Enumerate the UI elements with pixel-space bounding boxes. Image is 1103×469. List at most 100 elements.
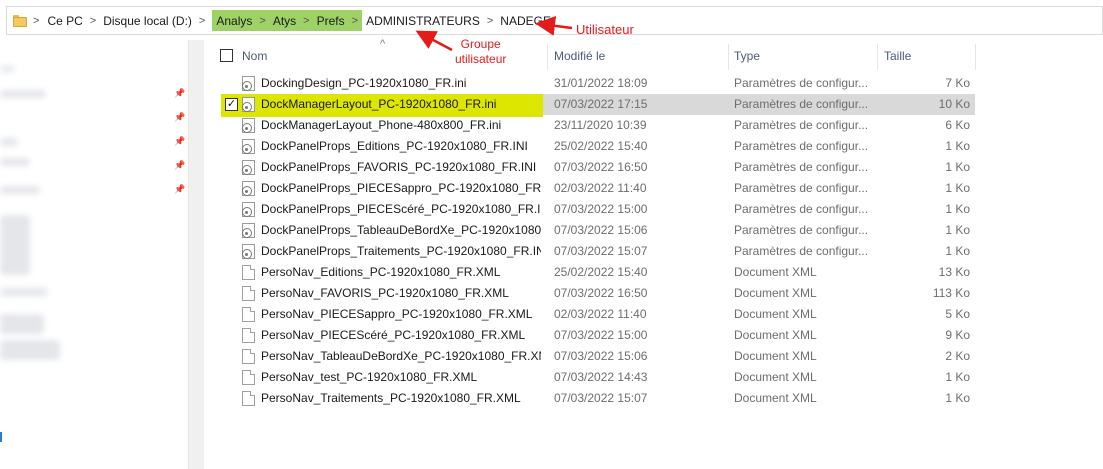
file-row[interactable]: DockPanelProps_TableauDeBordXe_PC-1920x1… [205, 220, 975, 241]
file-name: PersoNav_Traitements_PC-1920x1080_FR.XML [261, 391, 521, 405]
xml-file-icon [242, 286, 255, 301]
ini-file-icon [242, 223, 255, 238]
breadcrumb-atys[interactable]: Atys > [273, 10, 317, 31]
column-type[interactable]: Type [734, 40, 874, 72]
file-size: 2 Ko [945, 349, 970, 363]
file-type: Document XML [734, 370, 817, 384]
pin-icon[interactable]: 📌 [174, 136, 185, 147]
nav-scrollbar[interactable] [188, 40, 204, 469]
breadcrumb-highlight: Analys > Atys > Prefs > [212, 10, 363, 31]
file-row[interactable]: DockPanelProps_PIECESappro_PC-1920x1080_… [205, 178, 975, 199]
column-divider[interactable] [877, 44, 878, 70]
file-type: Paramètres de configur... [734, 118, 869, 132]
file-date: 07/03/2022 15:00 [554, 328, 648, 342]
file-row[interactable]: PersoNav_test_PC-1920x1080_FR.XML 07/03/2… [205, 367, 975, 388]
pin-icon[interactable]: 📌 [174, 88, 185, 99]
xml-file-icon [242, 265, 255, 280]
select-all-checkbox[interactable] [220, 49, 233, 62]
file-size: 7 Ko [945, 76, 970, 90]
file-date: 25/02/2022 15:40 [554, 265, 648, 279]
file-date: 07/03/2022 15:07 [554, 391, 648, 405]
column-divider[interactable] [975, 44, 976, 70]
ini-file-icon [242, 139, 255, 154]
file-date: 07/03/2022 15:00 [554, 202, 648, 216]
pin-icon[interactable]: 📌 [174, 184, 185, 195]
file-type: Document XML [734, 286, 817, 300]
file-type: Paramètres de configur... [734, 223, 869, 237]
file-size: 1 Ko [945, 139, 970, 153]
chevron-right-icon[interactable]: > [352, 15, 358, 27]
file-type: Paramètres de configur... [734, 97, 869, 111]
file-row[interactable]: DockPanelProps_Editions_PC-1920x1080_FR.… [205, 136, 975, 157]
xml-file-icon [242, 391, 255, 406]
file-row[interactable]: PersoNav_FAVORIS_PC-1920x1080_FR.XML 07/0… [205, 283, 975, 304]
breadcrumb-administrateurs[interactable]: ADMINISTRATEURS > [366, 7, 500, 34]
file-name: DockPanelProps_TableauDeBordXe_PC-1920x1… [261, 223, 541, 237]
chevron-right-icon[interactable]: > [303, 15, 309, 27]
file-type: Paramètres de configur... [734, 139, 869, 153]
chevron-right-icon[interactable]: > [199, 15, 205, 27]
row-checkbox[interactable]: ✓ [225, 98, 238, 111]
file-row-selected[interactable]: ✓ DockManagerLayout_PC-1920x1080_FR.ini 0… [205, 94, 975, 115]
annotation-group: Groupe utilisateur [455, 37, 506, 67]
chevron-right-icon[interactable]: > [259, 15, 265, 27]
file-type: Paramètres de configur... [734, 160, 869, 174]
chevron-right-icon[interactable]: > [487, 15, 493, 27]
file-name: DockPanelProps_PIECEScéré_PC-1920x1080_F… [261, 202, 541, 216]
file-size: 1 Ko [945, 160, 970, 174]
annotation-group-line1: Groupe [460, 37, 501, 51]
file-name: PersoNav_FAVORIS_PC-1920x1080_FR.XML [261, 286, 509, 300]
file-size: 1 Ko [945, 181, 970, 195]
chevron-right-icon[interactable]: > [33, 15, 39, 27]
ini-file-icon [242, 97, 255, 112]
file-size: 5 Ko [945, 307, 970, 321]
blurred-nav-item [0, 158, 30, 166]
file-type: Paramètres de configur... [734, 202, 869, 216]
file-date: 02/03/2022 11:40 [554, 307, 647, 321]
file-name: DockingDesign_PC-1920x1080_FR.ini [261, 76, 467, 90]
breadcrumb-prefs[interactable]: Prefs > [317, 10, 362, 31]
ini-file-icon [242, 160, 255, 175]
file-date: 07/03/2022 17:15 [554, 97, 648, 111]
file-row[interactable]: PersoNav_PIECEScéré_PC-1920x1080_FR.XML 0… [205, 325, 975, 346]
file-size: 10 Ko [938, 97, 970, 111]
file-date: 25/02/2022 15:40 [554, 139, 648, 153]
xml-file-icon [242, 328, 255, 343]
file-type: Paramètres de configur... [734, 181, 869, 195]
file-row[interactable]: DockPanelProps_FAVORIS_PC-1920x1080_FR.I… [205, 157, 975, 178]
file-size: 1 Ko [945, 202, 970, 216]
file-type: Document XML [734, 265, 817, 279]
pin-icon[interactable]: 📌 [174, 160, 185, 171]
breadcrumb-disque-local[interactable]: Disque local (D:) > [103, 7, 212, 34]
chevron-right-icon[interactable]: > [90, 15, 96, 27]
file-row[interactable]: PersoNav_PIECESappro_PC-1920x1080_FR.XML… [205, 304, 975, 325]
file-row[interactable]: PersoNav_Traitements_PC-1920x1080_FR.XML… [205, 388, 975, 409]
breadcrumb-ce-pc[interactable]: Ce PC > [47, 7, 103, 34]
column-size[interactable]: Taille [884, 40, 974, 72]
address-bar[interactable]: > Ce PC > Disque local (D:) > Analys > Atys… [6, 6, 1103, 35]
column-date[interactable]: Modifié le [554, 40, 724, 72]
file-date: 07/03/2022 15:06 [554, 223, 648, 237]
breadcrumb-analys[interactable]: Analys > [216, 10, 272, 31]
file-name: DockManagerLayout_Phone-480x800_FR.ini [261, 118, 502, 132]
pin-icon[interactable]: 📌 [174, 112, 185, 123]
file-date: 07/03/2022 16:50 [554, 160, 648, 174]
file-size: 9 Ko [945, 328, 970, 342]
navigation-pane[interactable]: 📌 📌 📌 📌 📌 [0, 40, 188, 469]
file-row[interactable]: DockPanelProps_PIECEScéré_PC-1920x1080_F… [205, 199, 975, 220]
file-row[interactable]: PersoNav_Editions_PC-1920x1080_FR.XML 25/… [205, 262, 975, 283]
file-row[interactable]: DockManagerLayout_Phone-480x800_FR.ini 23… [205, 115, 975, 136]
blurred-nav-item [0, 186, 40, 194]
file-type: Document XML [734, 349, 817, 363]
file-row[interactable]: DockingDesign_PC-1920x1080_FR.ini 31/01/2… [205, 73, 975, 94]
column-divider[interactable] [728, 44, 729, 70]
file-name: PersoNav_PIECEScéré_PC-1920x1080_FR.XML [261, 328, 526, 342]
column-divider[interactable] [547, 44, 548, 70]
breadcrumb-nadege[interactable]: NADEGE [500, 7, 551, 34]
column-header: ^ Nom Modifié le Type Taille [205, 38, 1103, 72]
file-row[interactable]: DockPanelProps_Traitements_PC-1920x1080_… [205, 241, 975, 262]
file-name: PersoNav_test_PC-1920x1080_FR.XML [261, 370, 478, 384]
file-row[interactable]: PersoNav_TableauDeBordXe_PC-1920x1080_FR… [205, 346, 975, 367]
file-date: 02/03/2022 11:40 [554, 181, 647, 195]
file-name: DockPanelProps_FAVORIS_PC-1920x1080_FR.I… [261, 160, 537, 174]
